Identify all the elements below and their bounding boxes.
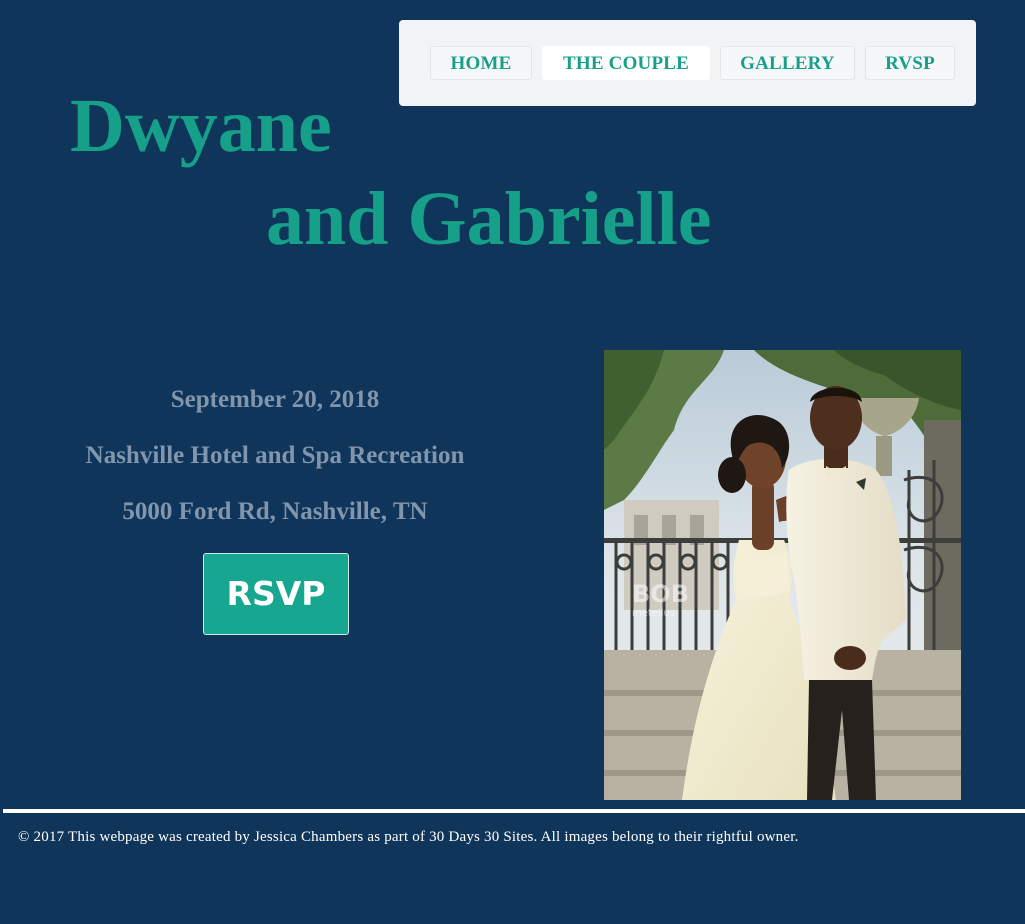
event-venue: Nashville Hotel and Spa Recreation	[85, 442, 465, 469]
nav-home-link[interactable]: HOME	[430, 46, 532, 80]
footer-divider	[3, 809, 1025, 813]
footer-credit: © 2017 This webpage was created by Jessi…	[18, 829, 799, 845]
rsvp-button[interactable]: RSVP	[203, 553, 349, 635]
couple-title-first: Dwyane	[70, 84, 332, 168]
couple-photo: BOB metellus	[604, 350, 961, 800]
nav-the-couple-link[interactable]: THE COUPLE	[542, 46, 710, 80]
nav-gallery-link[interactable]: GALLERY	[720, 46, 855, 80]
event-address: 5000 Ford Rd, Nashville, TN	[122, 498, 428, 525]
nav-rvsp-link[interactable]: RVSP	[865, 46, 955, 80]
couple-title-second: and Gabrielle	[266, 177, 712, 261]
event-date: September 20, 2018	[170, 386, 380, 413]
top-nav: HOME THE COUPLE GALLERY RVSP	[399, 20, 976, 106]
svg-text:metellus: metellus	[632, 608, 675, 619]
photo-watermark: BOB	[632, 580, 689, 608]
